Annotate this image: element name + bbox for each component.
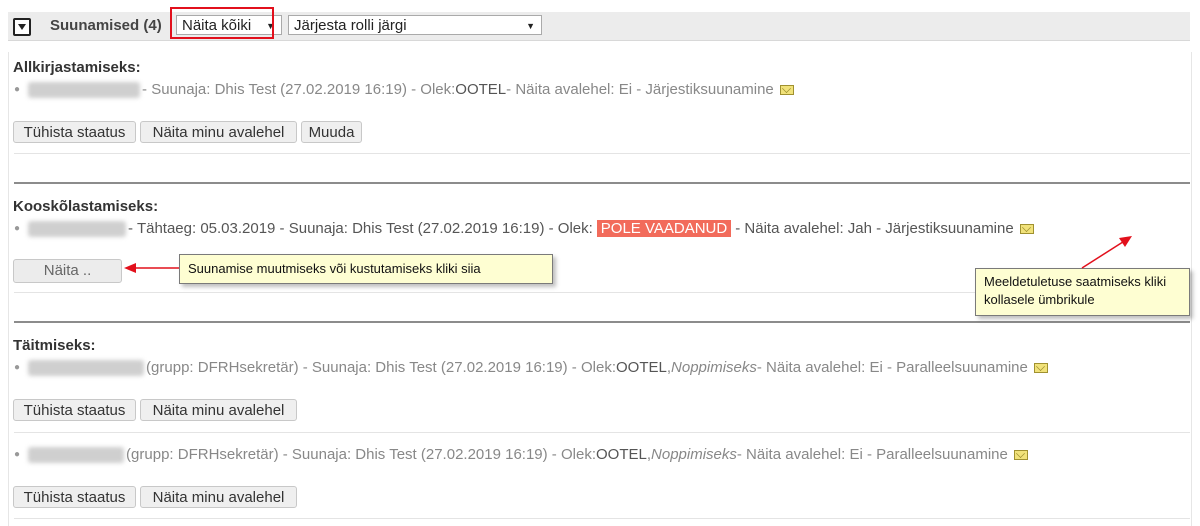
edit-tip-callout: Suunamise muutmiseks või kustutamiseks k… (179, 254, 553, 284)
show-on-home-button[interactable]: Näita minu avalehel (140, 121, 297, 143)
bullet: ● (14, 223, 21, 234)
list-item: ● (grupp: DFRHsekretär) - Suunaja: Dhis … (14, 446, 1028, 463)
section-heading-execution: Täitmiseks: (13, 337, 96, 354)
show-on-home-button[interactable]: Näita minu avalehel (140, 399, 297, 421)
status-text: OOTEL (595, 446, 647, 463)
edit-button[interactable]: Muuda (301, 121, 362, 143)
entry-text: (grupp: DFRHsekretär) - Suunaja: Dhis Te… (146, 359, 616, 376)
cancel-status-button[interactable]: Tühista staatus (13, 121, 136, 143)
bullet: ● (14, 84, 21, 95)
picking-label: Noppimiseks (651, 446, 737, 463)
cancel-status-button[interactable]: Tühista staatus (13, 399, 136, 421)
entry-text: - Tähtaeg: 05.03.2019 - Suunaja: Dhis Te… (128, 220, 593, 237)
redacted-name (28, 220, 127, 237)
entry-rest: - Näita avalehel: Jah - Järjestiksuunami… (735, 220, 1014, 237)
show-details-button[interactable]: Näita .. (13, 259, 122, 283)
redacted-name (28, 81, 141, 98)
order-select-value: Järjesta rolli järgi (294, 17, 407, 34)
envelope-icon[interactable] (1033, 362, 1048, 373)
list-item: ● - Suunaja: Dhis Test (27.02.2019 16:19… (14, 81, 794, 98)
bullet: ● (14, 449, 21, 460)
order-select[interactable]: Järjesta rolli järgi ▼ (288, 15, 542, 35)
entry-rest: - Näita avalehel: Ei - Paralleelsuunamin… (736, 446, 1008, 463)
dropdown-arrow-icon: ▼ (526, 21, 535, 31)
list-item: ● - Tähtaeg: 05.03.2019 - Suunaja: Dhis … (14, 220, 1034, 237)
divider (14, 432, 1190, 433)
entry-rest: - Näita avalehel: Ei - Paralleelsuunamin… (756, 359, 1028, 376)
entry-text: - Suunaja: Dhis Test (27.02.2019 16:19) … (142, 81, 456, 98)
envelope-icon[interactable] (779, 84, 794, 95)
picking-label: Noppimiseks (671, 359, 757, 376)
reminder-tip-callout: Meeldetuletuse saatmiseks kliki kollasel… (975, 268, 1190, 316)
show-on-home-button[interactable]: Näita minu avalehel (140, 486, 297, 508)
envelope-icon[interactable] (1019, 223, 1034, 234)
status-text: OOTEL (455, 81, 507, 98)
status-badge: POLE VAADANUD (596, 220, 732, 237)
status-text: OOTEL (615, 359, 667, 376)
section-heading-signing: Allkirjastamiseks: (13, 59, 141, 76)
entry-text: (grupp: DFRHsekretär) - Suunaja: Dhis Te… (126, 446, 596, 463)
cancel-status-button[interactable]: Tühista staatus (13, 486, 136, 508)
routings-title: Suunamised (4) (50, 17, 162, 34)
divider (14, 153, 1190, 154)
redacted-name (28, 359, 145, 376)
collapse-toggle-icon[interactable] (13, 18, 31, 36)
entry-rest: - Näita avalehel: Ei - Järjestiksuunamin… (506, 81, 774, 98)
bullet: ● (14, 362, 21, 373)
redacted-name (28, 446, 125, 463)
list-item: ● (grupp: DFRHsekretär) - Suunaja: Dhis … (14, 359, 1048, 376)
section-heading-approval: Kooskõlastamiseks: (13, 198, 159, 215)
envelope-icon[interactable] (1013, 449, 1028, 460)
section-divider (14, 321, 1190, 323)
divider (14, 518, 1190, 519)
section-divider (14, 182, 1190, 184)
highlight-box (170, 7, 274, 39)
